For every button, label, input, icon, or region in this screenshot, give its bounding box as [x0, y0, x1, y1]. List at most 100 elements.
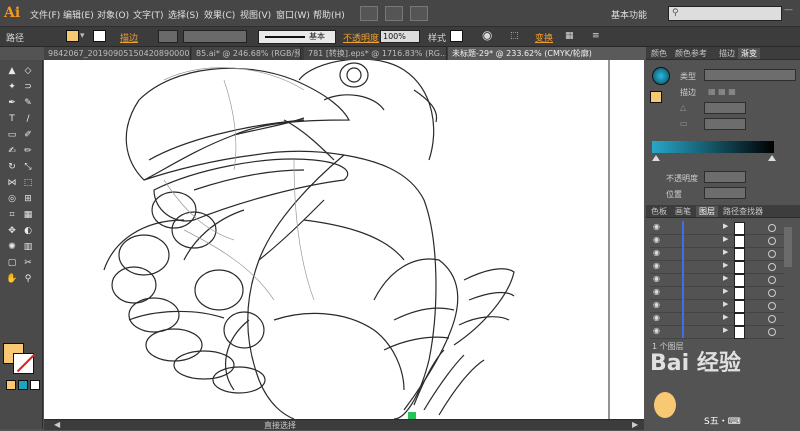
tab-document-3[interactable]: 781 [转换].eps* @ 1716.83% (RG... — [304, 47, 447, 60]
tab-document-2[interactable]: 85.ai* @ 246.68% (RGB/预... — [192, 47, 301, 60]
gradient-slider-bar[interactable] — [652, 141, 774, 153]
layer-row[interactable]: ◉ ▶ — [650, 273, 784, 287]
chevron-right-icon[interactable]: ▶ — [723, 222, 728, 230]
menu-type[interactable]: 文字(T) — [133, 8, 164, 21]
gpu-performance-icon[interactable] — [410, 6, 428, 21]
fill-mini-swatch[interactable] — [650, 91, 662, 103]
chevron-right-icon[interactable]: ▶ — [723, 274, 728, 282]
magic-wand-icon[interactable]: ✦ — [6, 82, 18, 93]
layer-row[interactable]: ◉ ▶ — [650, 312, 784, 326]
variable-width-select[interactable] — [183, 30, 247, 43]
zoom-icon[interactable]: ⚲ — [22, 274, 34, 285]
layer-row[interactable]: ◉ ▶ — [650, 247, 784, 261]
menu-edit[interactable]: 编辑(E) — [63, 8, 94, 21]
tab-pathfinder[interactable]: 路径查找器 — [720, 206, 766, 217]
align-icon[interactable]: ⬚ — [510, 31, 519, 41]
workspace-switcher[interactable]: 基本功能 — [611, 8, 647, 21]
rectangle-icon[interactable]: ▭ — [6, 130, 18, 141]
tab-swatches[interactable]: 色板 — [648, 206, 670, 217]
gradient-opacity-input[interactable] — [704, 171, 746, 183]
tab-gradient[interactable]: 渐变 — [738, 48, 760, 59]
tab-brushes[interactable]: 画笔 — [672, 206, 694, 217]
gradient-preview-swatch[interactable] — [652, 67, 670, 85]
eye-icon[interactable]: ◉ — [653, 300, 661, 309]
stroke-swatch[interactable] — [93, 30, 106, 42]
target-icon[interactable] — [768, 315, 776, 323]
stroke-label-link[interactable]: 描边 — [120, 31, 138, 44]
tab-document-active[interactable]: 未标题-29* @ 233.62% (CMYK/轮廓) — [448, 47, 647, 60]
free-transform-icon[interactable]: ⬚ — [22, 178, 34, 189]
arrange-documents-icon[interactable] — [385, 6, 403, 21]
tab-color[interactable]: 颜色 — [648, 48, 670, 59]
fill-dropdown-icon[interactable]: ▾ — [80, 31, 85, 41]
hand-icon[interactable]: ✋ — [6, 274, 18, 285]
eye-icon[interactable]: ◉ — [653, 235, 661, 244]
target-icon[interactable] — [768, 302, 776, 310]
chevron-right-icon[interactable]: ▶ — [723, 326, 728, 334]
layer-row[interactable]: ◉ ▶ — [650, 325, 784, 339]
window-controls-icon[interactable]: — — [784, 5, 793, 15]
lasso-icon[interactable]: ⊃ — [22, 82, 34, 93]
target-icon[interactable] — [768, 237, 776, 245]
gradient-stop-end[interactable] — [768, 155, 776, 161]
scale-icon[interactable]: ⤡ — [22, 162, 34, 173]
ime-toolbar-icon[interactable]: S五・⌨ — [704, 414, 741, 427]
scroll-right-icon[interactable]: ▶ — [632, 420, 638, 429]
none-mode-icon[interactable] — [30, 380, 40, 390]
scroll-left-icon[interactable]: ◀ — [54, 420, 60, 429]
pencil-icon[interactable]: ✏ — [22, 146, 34, 157]
eye-icon[interactable]: ◉ — [653, 274, 661, 283]
shaper-icon[interactable]: ✍ — [6, 146, 18, 157]
chevron-right-icon[interactable]: ▶ — [723, 287, 728, 295]
line-icon[interactable]: / — [22, 114, 34, 125]
transform-link[interactable]: 变换 — [535, 31, 553, 44]
target-icon[interactable] — [768, 250, 776, 258]
mesh-icon[interactable]: ⌗ — [6, 210, 18, 221]
menu-file[interactable]: 文件(F) — [30, 8, 60, 21]
graphic-style-swatch[interactable] — [450, 30, 463, 42]
eye-icon[interactable]: ◉ — [653, 222, 661, 231]
recolor-artwork-icon[interactable]: ◉ — [482, 28, 492, 42]
artboard-canvas[interactable] — [44, 60, 644, 419]
width-icon[interactable]: ⋈ — [6, 178, 18, 189]
layer-row[interactable]: ◉ ▶ — [650, 260, 784, 274]
stroke-weight-input[interactable] — [158, 30, 178, 43]
gradient-mode-icon[interactable] — [18, 380, 28, 390]
gradient-stroke-icons[interactable]: ▦ ▦ ▦ — [708, 87, 736, 96]
brush-definition-select[interactable]: 基本 — [258, 30, 336, 44]
gradient-tool-icon[interactable]: ▦ — [22, 210, 34, 221]
artboard-icon[interactable]: ▢ — [6, 258, 18, 269]
chevron-right-icon[interactable]: ▶ — [723, 235, 728, 243]
chevron-right-icon[interactable]: ▶ — [723, 300, 728, 308]
layer-row[interactable]: ◉ ▶ — [650, 234, 784, 248]
target-icon[interactable] — [768, 289, 776, 297]
menu-window[interactable]: 窗口(W) — [276, 8, 310, 21]
target-icon[interactable] — [768, 276, 776, 284]
opacity-input[interactable]: 100% — [380, 30, 420, 43]
chevron-right-icon[interactable]: ▶ — [723, 313, 728, 321]
gradient-location-input[interactable] — [704, 187, 746, 199]
column-graph-icon[interactable]: ▥ — [22, 242, 34, 253]
layer-row[interactable]: ◉ ▶ — [650, 286, 784, 300]
target-icon[interactable] — [768, 263, 776, 271]
eye-icon[interactable]: ◉ — [653, 248, 661, 257]
bridge-icon[interactable] — [360, 6, 378, 21]
menu-view[interactable]: 视图(V) — [240, 8, 271, 21]
menu-object[interactable]: 对象(O) — [97, 8, 129, 21]
eye-icon[interactable]: ◉ — [653, 326, 661, 335]
eye-icon[interactable]: ◉ — [653, 313, 661, 322]
target-icon[interactable] — [768, 328, 776, 336]
isolate-icon[interactable]: ▦ — [565, 31, 574, 41]
eyedropper-icon[interactable]: ✥ — [6, 226, 18, 237]
opacity-label-link[interactable]: 不透明度 — [343, 31, 379, 44]
layer-row[interactable]: ◉ ▶ — [650, 299, 784, 313]
gradient-stop-start[interactable] — [652, 155, 660, 161]
tab-document-1[interactable]: 9842067_20190905150420890000.ai* — [44, 47, 191, 60]
menu-select[interactable]: 选择(S) — [168, 8, 199, 21]
gradient-type-select[interactable] — [704, 69, 796, 81]
gradient-angle-input[interactable] — [704, 102, 746, 114]
type-icon[interactable]: T — [6, 114, 18, 125]
help-search-input[interactable]: ⚲ — [668, 6, 782, 21]
blend-icon[interactable]: ◐ — [22, 226, 34, 237]
gradient-aspect-input[interactable] — [704, 118, 746, 130]
